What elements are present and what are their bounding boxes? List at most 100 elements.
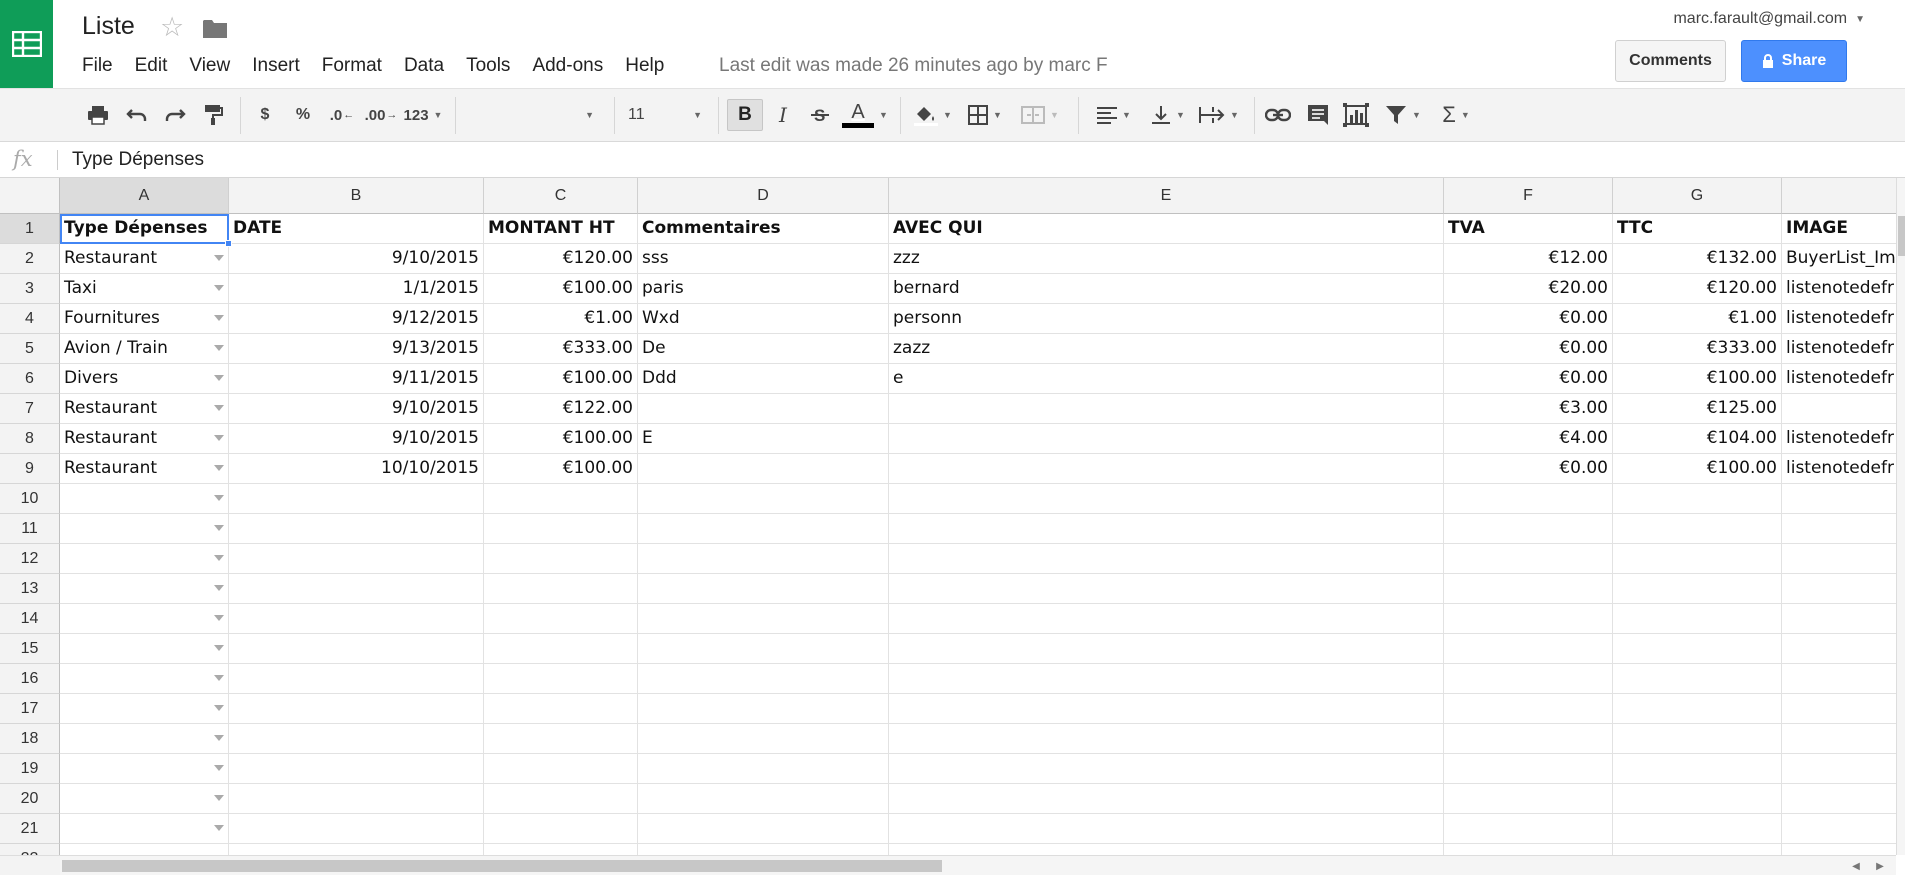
- cell[interactable]: [638, 604, 889, 634]
- row-header[interactable]: 20: [0, 784, 60, 814]
- cell[interactable]: [484, 484, 638, 514]
- cell[interactable]: [1613, 484, 1782, 514]
- cell[interactable]: [484, 694, 638, 724]
- cell[interactable]: [60, 514, 229, 544]
- cell[interactable]: Restaurant: [60, 394, 229, 424]
- cell[interactable]: [484, 754, 638, 784]
- cell[interactable]: listenotedefr: [1782, 334, 1896, 364]
- dropdown-arrow-icon[interactable]: [214, 675, 224, 681]
- cell[interactable]: [1613, 634, 1782, 664]
- borders-button[interactable]: ▼: [960, 99, 1010, 131]
- share-button[interactable]: Share: [1741, 40, 1847, 82]
- cell[interactable]: [1782, 604, 1896, 634]
- dropdown-arrow-icon[interactable]: [214, 765, 224, 771]
- fill-color-button[interactable]: ▼: [910, 99, 956, 131]
- cell[interactable]: zazz: [889, 334, 1444, 364]
- dropdown-arrow-icon[interactable]: [214, 345, 224, 351]
- cell[interactable]: [638, 484, 889, 514]
- cell[interactable]: €12.00: [1444, 244, 1613, 274]
- star-icon[interactable]: ☆: [160, 12, 184, 42]
- functions-button[interactable]: Σ ▼: [1432, 99, 1480, 131]
- cell[interactable]: listenotedefr: [1782, 454, 1896, 484]
- cell[interactable]: €1.00: [1613, 304, 1782, 334]
- column-header[interactable]: A: [60, 178, 229, 214]
- row-header[interactable]: 11: [0, 514, 60, 544]
- cell[interactable]: [1782, 664, 1896, 694]
- row-header[interactable]: 13: [0, 574, 60, 604]
- cell[interactable]: listenotedefr: [1782, 304, 1896, 334]
- cell[interactable]: [638, 574, 889, 604]
- vertical-align-button[interactable]: ▼: [1144, 99, 1192, 131]
- cell[interactable]: [484, 574, 638, 604]
- menu-help[interactable]: Help: [625, 54, 664, 78]
- cell[interactable]: [889, 454, 1444, 484]
- text-wrapping-button[interactable]: ▼: [1194, 99, 1244, 131]
- horizontal-align-button[interactable]: ▼: [1090, 99, 1138, 131]
- cell[interactable]: [1613, 784, 1782, 814]
- vertical-scrollbar-thumb[interactable]: [1898, 216, 1905, 256]
- row-header[interactable]: 22: [0, 844, 60, 855]
- row-header[interactable]: 16: [0, 664, 60, 694]
- column-header[interactable]: E: [889, 178, 1444, 214]
- paint-format-icon[interactable]: [197, 99, 229, 131]
- cell[interactable]: [889, 394, 1444, 424]
- fill-handle[interactable]: [225, 240, 232, 247]
- cell[interactable]: [484, 814, 638, 844]
- menu-add-ons[interactable]: Add-ons: [532, 54, 603, 78]
- menu-edit[interactable]: Edit: [135, 54, 168, 78]
- cell[interactable]: [889, 814, 1444, 844]
- row-header[interactable]: 8: [0, 424, 60, 454]
- dropdown-arrow-icon[interactable]: [214, 315, 224, 321]
- italic-button[interactable]: I: [768, 99, 798, 131]
- cell[interactable]: Type Dépenses: [60, 214, 229, 244]
- row-header[interactable]: 10: [0, 484, 60, 514]
- menu-tools[interactable]: Tools: [466, 54, 510, 78]
- cell[interactable]: [1782, 544, 1896, 574]
- cell[interactable]: [1444, 814, 1613, 844]
- cell[interactable]: €4.00: [1444, 424, 1613, 454]
- cell[interactable]: [1444, 844, 1613, 855]
- cell[interactable]: [1444, 634, 1613, 664]
- cell[interactable]: DATE: [229, 214, 484, 244]
- cell[interactable]: €100.00: [1613, 364, 1782, 394]
- cell[interactable]: €333.00: [1613, 334, 1782, 364]
- cell[interactable]: 9/10/2015: [229, 394, 484, 424]
- insert-chart-icon[interactable]: [1340, 99, 1372, 131]
- row-header[interactable]: 15: [0, 634, 60, 664]
- cell[interactable]: [889, 724, 1444, 754]
- cell[interactable]: €120.00: [1613, 274, 1782, 304]
- dropdown-arrow-icon[interactable]: [214, 735, 224, 741]
- cell[interactable]: [638, 544, 889, 574]
- increase-decimal-button[interactable]: .00 →: [362, 99, 400, 131]
- cell[interactable]: listenotedefr: [1782, 364, 1896, 394]
- cell[interactable]: BuyerList_Im: [1782, 244, 1896, 274]
- comments-button[interactable]: Comments: [1615, 40, 1726, 82]
- row-header[interactable]: 18: [0, 724, 60, 754]
- cell[interactable]: €125.00: [1613, 394, 1782, 424]
- cell[interactable]: €1.00: [484, 304, 638, 334]
- cell[interactable]: 9/11/2015: [229, 364, 484, 394]
- cell[interactable]: [638, 454, 889, 484]
- cell[interactable]: €120.00: [484, 244, 638, 274]
- dropdown-arrow-icon[interactable]: [214, 825, 224, 831]
- column-header[interactable]: G: [1613, 178, 1782, 214]
- cell[interactable]: [229, 694, 484, 724]
- cell[interactable]: [1782, 814, 1896, 844]
- dropdown-arrow-icon[interactable]: [214, 465, 224, 471]
- column-header[interactable]: D: [638, 178, 889, 214]
- row-header[interactable]: 17: [0, 694, 60, 724]
- cell[interactable]: 9/13/2015: [229, 334, 484, 364]
- font-size-select[interactable]: 11 ▼: [628, 99, 708, 131]
- cell[interactable]: [889, 574, 1444, 604]
- cell[interactable]: [1782, 784, 1896, 814]
- column-header[interactable]: F: [1444, 178, 1613, 214]
- dropdown-arrow-icon[interactable]: [214, 495, 224, 501]
- cell[interactable]: [229, 484, 484, 514]
- cell[interactable]: [638, 514, 889, 544]
- document-title[interactable]: Liste: [82, 12, 135, 41]
- cell[interactable]: [638, 784, 889, 814]
- cell[interactable]: [1613, 574, 1782, 604]
- row-header[interactable]: 3: [0, 274, 60, 304]
- cell[interactable]: [889, 514, 1444, 544]
- cell[interactable]: [1444, 484, 1613, 514]
